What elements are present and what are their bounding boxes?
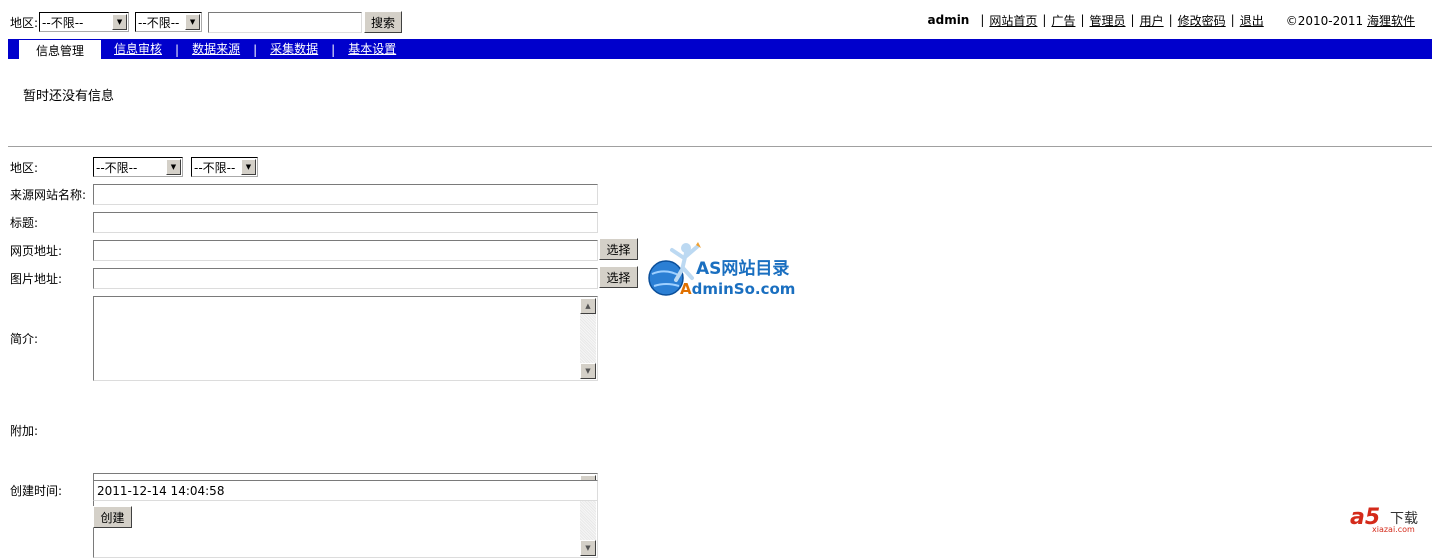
form-row-url: 网页地址: — [10, 240, 94, 261]
region-province-select[interactable]: --不限-- ▼ — [39, 12, 130, 32]
nav-separator: | — [980, 13, 985, 27]
chevron-down-icon[interactable]: ▼ — [185, 14, 201, 30]
source-name-label: 来源网站名称: — [10, 188, 87, 202]
copyright: ©2010-2011 海狸软件 — [1286, 12, 1415, 29]
tab-collected-data[interactable]: 采集数据 — [270, 40, 318, 59]
nav-separator: | — [1130, 13, 1135, 27]
region-city-value: --不限-- — [138, 15, 180, 30]
tab-data-sources[interactable]: 数据来源 — [192, 40, 240, 59]
summary-textarea[interactable]: ▲ ▼ — [93, 296, 598, 381]
nav-separator: | — [175, 43, 180, 57]
region-province-value: --不限-- — [42, 15, 84, 30]
tab-basic-settings[interactable]: 基本设置 — [348, 40, 396, 59]
a5-domain: xiazai.com — [1372, 525, 1415, 534]
form-row-image: 图片地址: — [10, 268, 94, 289]
user-nav: admin | 网站首页 | 广告 | 管理员 | 用户 | 修改密码 | 退出… — [928, 12, 1416, 28]
form-row-summary: 简介: — [10, 330, 94, 346]
search-button[interactable]: 搜索 — [364, 11, 403, 33]
nav-separator: | — [1168, 13, 1173, 27]
form-row-region: 地区: — [10, 157, 94, 177]
copyright-years: ©2010-2011 — [1285, 13, 1364, 28]
url-label: 网页地址: — [10, 244, 63, 258]
source-name-input[interactable] — [93, 184, 598, 205]
image-select-button[interactable]: 选择 — [599, 266, 638, 288]
region-selects: --不限-- ▼ --不限-- ▼ — [93, 157, 264, 177]
extra-label: 附加: — [10, 423, 39, 438]
scroll-up-icon[interactable]: ▲ — [580, 298, 596, 314]
form-region-city-value: --不限-- — [194, 160, 236, 175]
chevron-down-icon[interactable]: ▼ — [112, 14, 128, 30]
tab-info-management[interactable]: 信息管理 — [19, 40, 101, 59]
form-region-city-select[interactable]: --不限-- ▼ — [191, 157, 258, 177]
main-nav: 信息管理 信息审核 | 数据来源 | 采集数据 | 基本设置 — [8, 39, 1432, 59]
created-time-input[interactable] — [93, 480, 598, 501]
nav-separator: | — [1042, 13, 1047, 27]
nav-separator: | — [1230, 13, 1235, 27]
company-link[interactable]: 海狸软件 — [1367, 14, 1415, 28]
summary-label: 简介: — [10, 331, 39, 346]
chevron-down-icon[interactable]: ▼ — [166, 159, 181, 175]
search-input[interactable] — [208, 11, 363, 33]
as-logo-title: AS网站目录 — [696, 259, 790, 279]
logout-link[interactable]: 退出 — [1240, 12, 1264, 29]
nav-separator: | — [1080, 13, 1085, 27]
search-bar: 地区: --不限-- ▼ --不限-- ▼ 搜索 — [10, 11, 403, 33]
created-label: 创建时间: — [10, 483, 63, 498]
nav-separator: | — [253, 43, 258, 57]
change-password-link[interactable]: 修改密码 — [1178, 12, 1226, 29]
scrollbar[interactable]: ▲ ▼ — [580, 298, 596, 379]
divider — [8, 146, 1432, 147]
tab-info-review[interactable]: 信息审核 — [114, 40, 162, 59]
form-region-province-select[interactable]: --不限-- ▼ — [93, 157, 183, 177]
scroll-down-icon[interactable]: ▼ — [580, 363, 596, 379]
image-input[interactable] — [93, 268, 598, 289]
title-label: 标题: — [10, 216, 39, 230]
form-row-source: 来源网站名称: — [10, 184, 94, 205]
image-label: 图片地址: — [10, 272, 63, 286]
empty-message: 暂时还没有信息 — [23, 89, 115, 104]
form-row-created: 创建时间: — [10, 482, 94, 498]
url-input[interactable] — [93, 240, 598, 261]
a5-logo: a5 下载 xiazai.com — [1350, 503, 1428, 534]
region-label: 地区: — [10, 15, 39, 30]
form-region-province-value: --不限-- — [96, 160, 138, 175]
nav-separator: | — [331, 43, 336, 57]
create-button[interactable]: 创建 — [93, 506, 132, 528]
as-logo-domain: AdminSo.com — [680, 280, 796, 298]
region-label: 地区: — [10, 160, 39, 175]
url-select-button[interactable]: 选择 — [599, 238, 638, 260]
admins-link[interactable]: 管理员 — [1090, 12, 1126, 29]
form-row-extra: 附加: — [10, 422, 94, 438]
chevron-down-icon[interactable]: ▼ — [241, 159, 256, 175]
home-link[interactable]: 网站首页 — [989, 12, 1037, 29]
title-input[interactable] — [93, 212, 598, 233]
scroll-down-icon[interactable]: ▼ — [580, 540, 596, 556]
region-city-select[interactable]: --不限-- ▼ — [135, 12, 203, 32]
form-row-title: 标题: — [10, 212, 94, 233]
username: admin — [927, 13, 970, 27]
admin-so-logo: AS网站目录 AdminSo.com — [646, 238, 806, 300]
ads-link[interactable]: 广告 — [1051, 12, 1075, 29]
users-link[interactable]: 用户 — [1140, 12, 1164, 29]
